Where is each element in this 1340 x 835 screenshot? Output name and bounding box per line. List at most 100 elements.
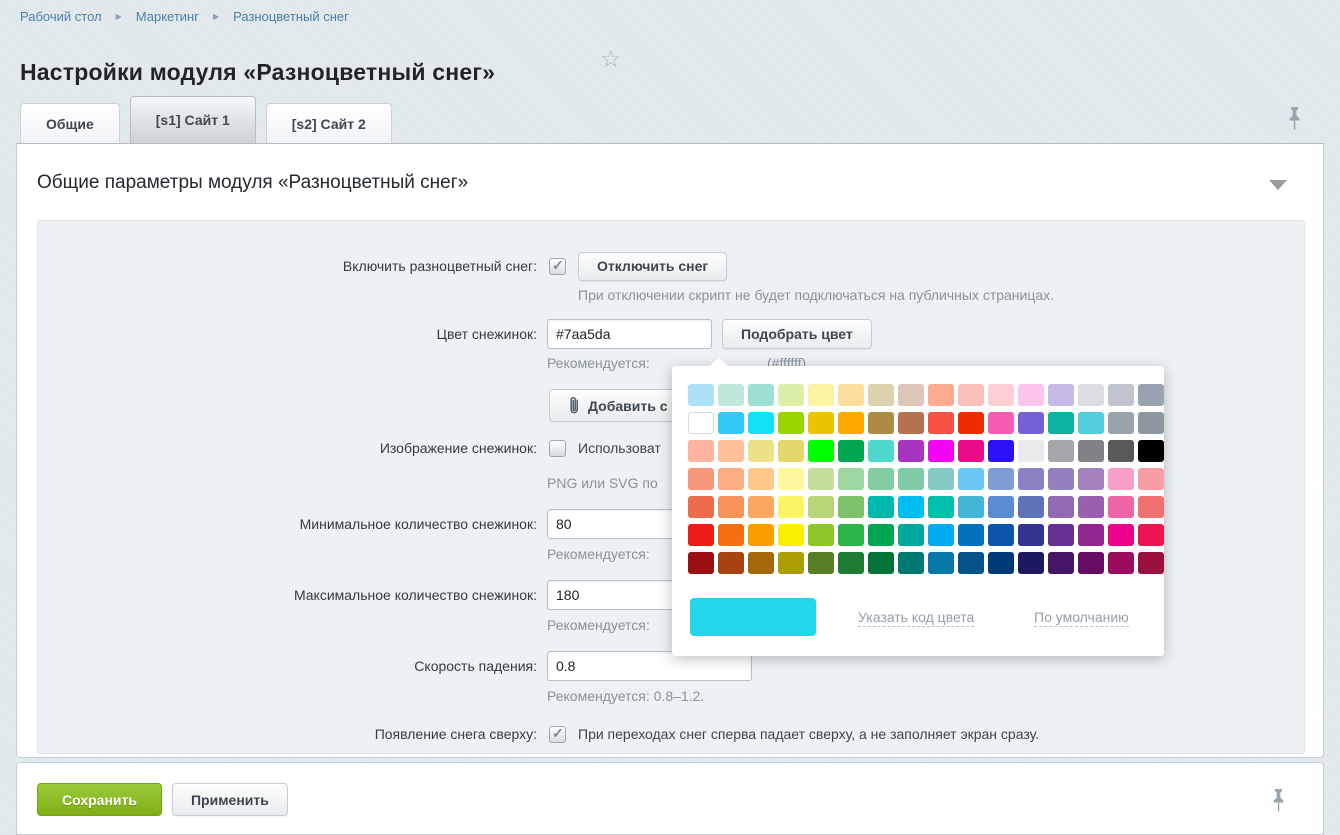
palette-swatch[interactable] — [1048, 524, 1074, 546]
palette-swatch[interactable] — [778, 440, 804, 462]
pin-icon[interactable] — [1287, 106, 1302, 131]
palette-swatch[interactable] — [1078, 468, 1104, 490]
pin-icon[interactable] — [1271, 788, 1286, 813]
palette-swatch[interactable] — [778, 524, 804, 546]
palette-swatch[interactable] — [778, 468, 804, 490]
palette-swatch[interactable] — [748, 412, 774, 434]
palette-swatch[interactable] — [1138, 524, 1164, 546]
palette-swatch[interactable] — [1108, 384, 1134, 406]
tab-general[interactable]: Общие — [20, 103, 120, 143]
palette-swatch[interactable] — [688, 496, 714, 518]
palette-swatch[interactable] — [838, 440, 864, 462]
palette-swatch[interactable] — [778, 496, 804, 518]
palette-swatch[interactable] — [1108, 496, 1134, 518]
palette-swatch[interactable] — [688, 552, 714, 574]
palette-swatch[interactable] — [1048, 496, 1074, 518]
palette-swatch[interactable] — [718, 496, 744, 518]
palette-swatch[interactable] — [838, 384, 864, 406]
palette-swatch[interactable] — [1108, 524, 1134, 546]
enable-snow-checkbox[interactable] — [549, 258, 566, 275]
palette-swatch[interactable] — [688, 524, 714, 546]
palette-swatch[interactable] — [928, 496, 954, 518]
palette-swatch[interactable] — [748, 524, 774, 546]
palette-swatch[interactable] — [868, 496, 894, 518]
palette-swatch[interactable] — [1078, 412, 1104, 434]
palette-swatch[interactable] — [988, 496, 1014, 518]
collapse-section-icon[interactable] — [1269, 180, 1287, 190]
palette-swatch[interactable] — [928, 440, 954, 462]
palette-swatch[interactable] — [898, 496, 924, 518]
palette-swatch[interactable] — [868, 384, 894, 406]
palette-swatch[interactable] — [808, 552, 834, 574]
palette-swatch[interactable] — [688, 412, 714, 434]
palette-swatch[interactable] — [1018, 384, 1044, 406]
palette-swatch[interactable] — [1108, 552, 1134, 574]
palette-swatch[interactable] — [778, 384, 804, 406]
enter-color-code-link[interactable]: Указать код цвета — [858, 609, 974, 627]
top-appear-checkbox[interactable] — [549, 726, 566, 743]
palette-swatch[interactable] — [718, 412, 744, 434]
disable-snow-button[interactable]: Отключить снег — [578, 252, 727, 281]
palette-swatch[interactable] — [1048, 384, 1074, 406]
palette-swatch[interactable] — [928, 552, 954, 574]
favorite-star-icon[interactable]: ☆ — [600, 48, 622, 72]
palette-swatch[interactable] — [898, 412, 924, 434]
palette-swatch[interactable] — [898, 524, 924, 546]
palette-swatch[interactable] — [958, 552, 984, 574]
breadcrumb-link-marketing[interactable]: Маркетинг — [136, 9, 199, 24]
palette-swatch[interactable] — [808, 524, 834, 546]
palette-swatch[interactable] — [1078, 524, 1104, 546]
palette-swatch[interactable] — [868, 552, 894, 574]
palette-swatch[interactable] — [1018, 468, 1044, 490]
palette-swatch[interactable] — [958, 468, 984, 490]
palette-swatch[interactable] — [898, 384, 924, 406]
palette-swatch[interactable] — [898, 468, 924, 490]
palette-swatch[interactable] — [1018, 552, 1044, 574]
palette-swatch[interactable] — [1018, 440, 1044, 462]
palette-swatch[interactable] — [1138, 468, 1164, 490]
palette-swatch[interactable] — [928, 412, 954, 434]
palette-swatch[interactable] — [1108, 412, 1134, 434]
palette-swatch[interactable] — [898, 440, 924, 462]
pick-color-button[interactable]: Подобрать цвет — [722, 319, 872, 349]
palette-swatch[interactable] — [868, 468, 894, 490]
tab-site1[interactable]: [s1] Сайт 1 — [130, 96, 256, 143]
palette-swatch[interactable] — [1138, 412, 1164, 434]
palette-swatch[interactable] — [988, 440, 1014, 462]
palette-swatch[interactable] — [988, 552, 1014, 574]
palette-swatch[interactable] — [1078, 496, 1104, 518]
palette-swatch[interactable] — [838, 412, 864, 434]
palette-swatch[interactable] — [1078, 440, 1104, 462]
apply-button[interactable]: Применить — [172, 783, 288, 816]
palette-swatch[interactable] — [688, 384, 714, 406]
palette-swatch[interactable] — [838, 468, 864, 490]
palette-swatch[interactable] — [958, 384, 984, 406]
palette-swatch[interactable] — [808, 412, 834, 434]
breadcrumb-link-desktop[interactable]: Рабочий стол — [20, 9, 102, 24]
palette-swatch[interactable] — [748, 384, 774, 406]
palette-swatch[interactable] — [1108, 468, 1134, 490]
palette-swatch[interactable] — [928, 524, 954, 546]
palette-swatch[interactable] — [868, 440, 894, 462]
palette-swatch[interactable] — [718, 468, 744, 490]
palette-swatch[interactable] — [808, 440, 834, 462]
default-color-link[interactable]: По умолчанию — [1034, 609, 1129, 627]
save-button[interactable]: Сохранить — [37, 783, 162, 816]
palette-swatch[interactable] — [838, 496, 864, 518]
palette-swatch[interactable] — [958, 440, 984, 462]
palette-swatch[interactable] — [748, 552, 774, 574]
palette-swatch[interactable] — [1048, 552, 1074, 574]
use-image-checkbox[interactable] — [549, 440, 566, 457]
palette-swatch[interactable] — [988, 384, 1014, 406]
palette-swatch[interactable] — [988, 412, 1014, 434]
palette-swatch[interactable] — [1138, 496, 1164, 518]
palette-swatch[interactable] — [988, 468, 1014, 490]
palette-swatch[interactable] — [868, 524, 894, 546]
palette-swatch[interactable] — [1018, 524, 1044, 546]
palette-swatch[interactable] — [928, 384, 954, 406]
palette-swatch[interactable] — [988, 524, 1014, 546]
palette-swatch[interactable] — [1048, 412, 1074, 434]
palette-swatch[interactable] — [898, 552, 924, 574]
palette-swatch[interactable] — [1018, 412, 1044, 434]
palette-swatch[interactable] — [838, 552, 864, 574]
